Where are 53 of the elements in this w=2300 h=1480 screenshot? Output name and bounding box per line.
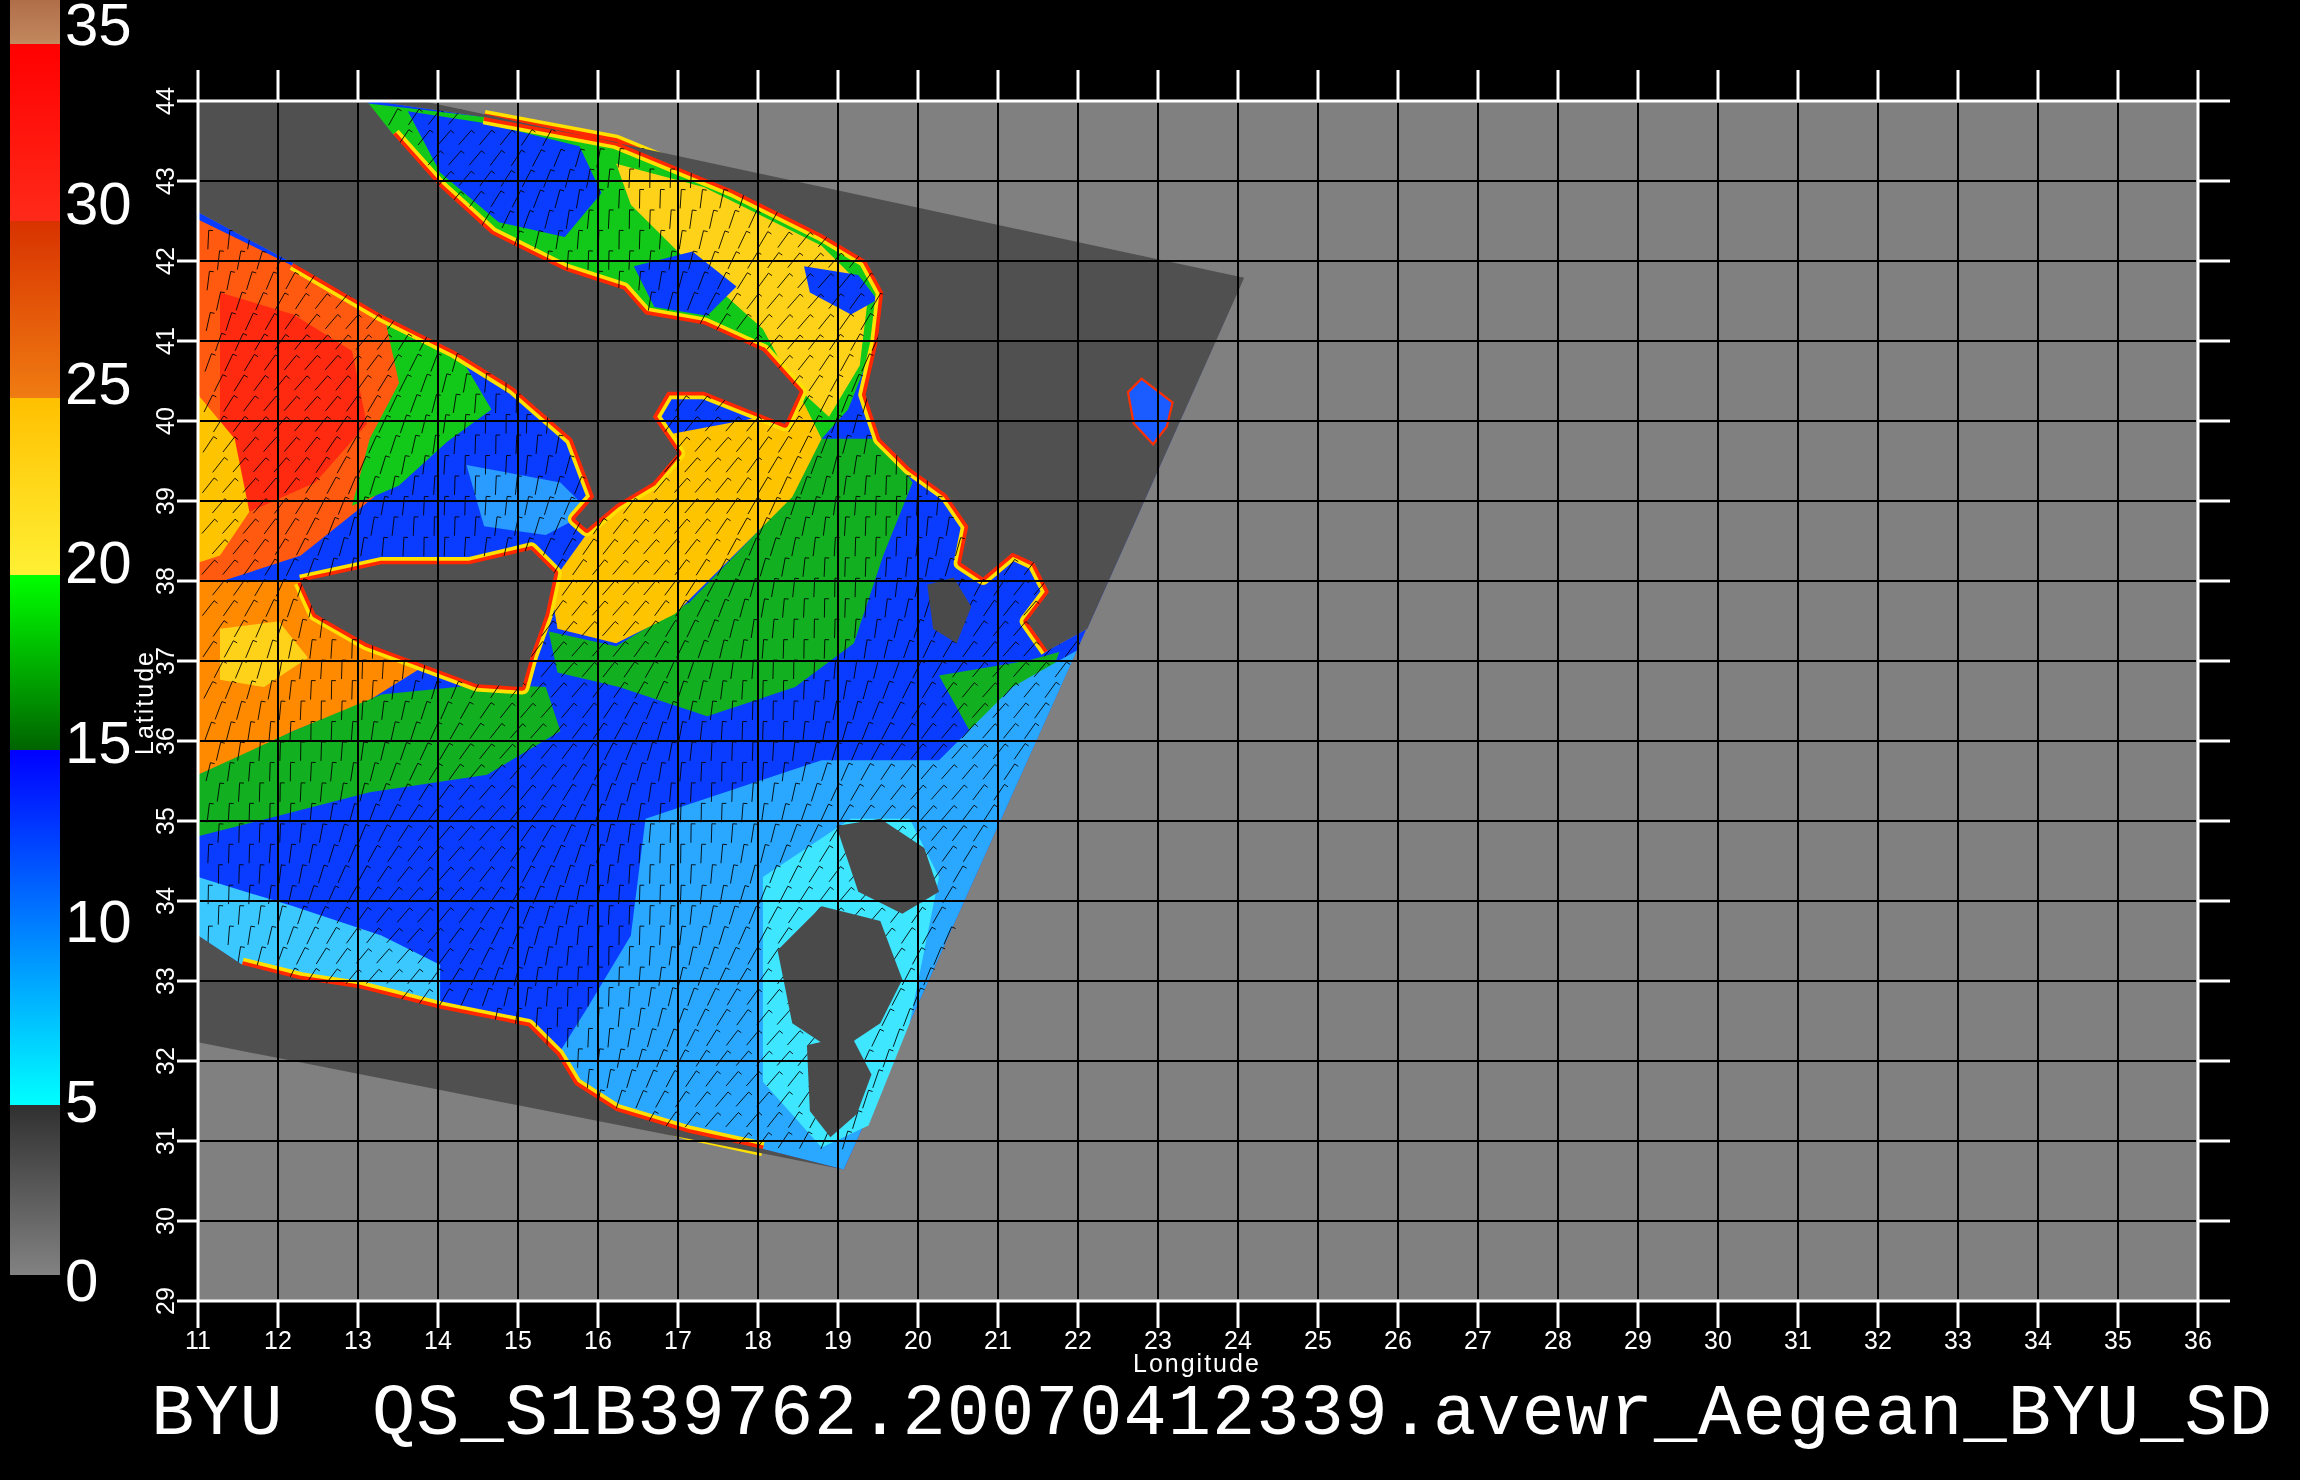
scale-label: 25: [65, 358, 132, 409]
latitude-tick-label: 34: [155, 886, 175, 917]
latitude-tick-label: 33: [155, 966, 175, 997]
latitude-tick-label: 32: [155, 1046, 175, 1077]
latitude-tick-label: 35: [155, 806, 175, 837]
plot-title: BYU QS_S1B39762.20070412339.avewr_Aegean_BYU_SD: [151, 1379, 2273, 1451]
longitude-tick-label: 15: [503, 1329, 533, 1351]
latitude-axis-title: Latitude: [133, 650, 155, 755]
longitude-tick-label: 35: [2103, 1329, 2133, 1351]
longitude-tick-label: 14: [423, 1329, 453, 1351]
latitude-tick-label: 31: [155, 1126, 175, 1157]
latitude-tick-label: 41: [155, 326, 175, 357]
scale-label: 0: [65, 1255, 99, 1306]
longitude-tick-label: 16: [583, 1329, 613, 1351]
longitude-tick-label: 24: [1224, 1329, 1252, 1351]
longitude-tick-label: 32: [1863, 1329, 1893, 1351]
longitude-tick-label: 21: [983, 1329, 1013, 1351]
longitude-tick-label: 18: [743, 1329, 773, 1351]
longitude-tick-label: 31: [1783, 1329, 1813, 1351]
latitude-tick-label: 30: [155, 1206, 175, 1237]
longitude-tick-label: 12: [263, 1329, 293, 1351]
longitude-tick-label: 20: [903, 1329, 933, 1351]
latitude-tick-label: 42: [155, 246, 175, 277]
longitude-tick-label: 26: [1383, 1329, 1413, 1351]
scale-label: 5: [65, 1076, 99, 1127]
longitude-tick-label: 33: [1943, 1329, 1973, 1351]
latitude-tick-label: 36: [155, 727, 175, 757]
latitude-tick-label: 43: [155, 166, 175, 197]
longitude-tick-label: 19: [823, 1329, 853, 1351]
longitude-tick-label: 36: [2183, 1329, 2213, 1351]
longitude-tick-label: 27: [1463, 1329, 1493, 1351]
latitude-tick-label: 44: [155, 86, 175, 117]
longitude-tick-label: 22: [1063, 1329, 1093, 1351]
latitude-tick-label: 38: [155, 566, 175, 597]
scale-label: 10: [65, 897, 132, 948]
longitude-tick-label: 25: [1303, 1329, 1333, 1351]
scale-label: 35: [65, 0, 132, 50]
scale-label: 20: [65, 538, 132, 589]
latitude-tick-label: 29: [155, 1286, 175, 1317]
scale-label: 30: [65, 179, 132, 230]
longitude-tick-label: 17: [663, 1329, 693, 1351]
longitude-tick-label: 11: [184, 1329, 212, 1351]
latitude-tick-label: 39: [155, 486, 175, 517]
longitude-tick-label: 30: [1703, 1329, 1733, 1351]
latitude-tick-label: 37: [155, 646, 175, 675]
longitude-tick-label: 34: [2023, 1329, 2053, 1351]
latitude-tick-label: 40: [155, 406, 175, 437]
longitude-axis-title: Longitude: [1133, 1351, 1261, 1375]
scale-label: 15: [65, 717, 132, 768]
longitude-tick-label: 13: [343, 1329, 373, 1351]
longitude-tick-label: 23: [1144, 1329, 1172, 1351]
longitude-tick-label: 29: [1623, 1329, 1653, 1351]
longitude-tick-label: 28: [1543, 1329, 1573, 1351]
